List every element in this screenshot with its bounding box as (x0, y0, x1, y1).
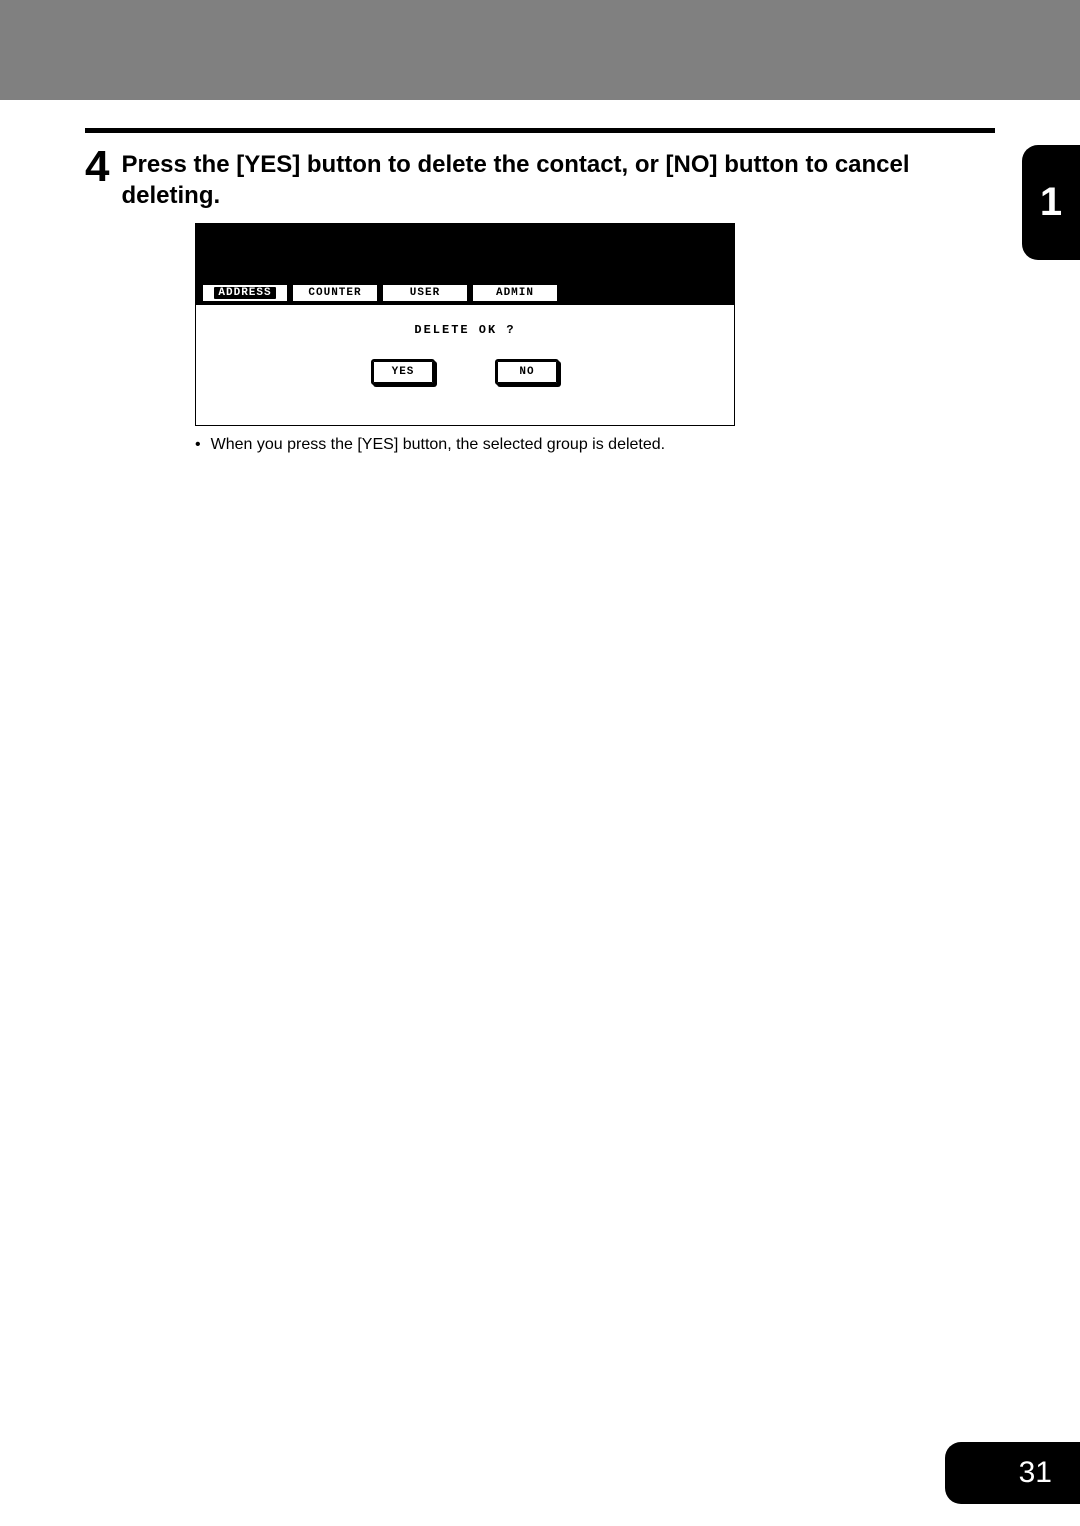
button-row: YES NO (196, 359, 734, 385)
tab-label: ADMIN (496, 287, 534, 299)
tab-label: USER (410, 287, 440, 299)
note-text: When you press the [YES] button, the sel… (211, 434, 666, 456)
no-button[interactable]: NO (495, 359, 559, 385)
content-area: 4 Press the [YES] button to delete the c… (0, 100, 1080, 457)
lcd-screenshot: ADDRESS COUNTER USER ADMIN DELETE OK ? Y… (195, 223, 735, 426)
delete-prompt: DELETE OK ? (196, 323, 734, 337)
tab-label: ADDRESS (214, 287, 275, 299)
step-row: 4 Press the [YES] button to delete the c… (85, 145, 995, 211)
header-bar (0, 0, 1080, 100)
step-number: 4 (85, 145, 109, 189)
note-row: • When you press the [YES] button, the s… (195, 434, 995, 456)
yes-button[interactable]: YES (371, 359, 435, 385)
chapter-number: 1 (1040, 180, 1062, 225)
lcd-body: DELETE OK ? YES NO (196, 305, 734, 425)
tab-user[interactable]: USER (382, 284, 468, 302)
lcd-top-bar (196, 224, 734, 284)
tab-counter[interactable]: COUNTER (292, 284, 378, 302)
step-instruction: Press the [YES] button to delete the con… (121, 145, 995, 211)
tab-admin[interactable]: ADMIN (472, 284, 558, 302)
page-number: 31 (1019, 1456, 1052, 1490)
section-rule (85, 128, 995, 133)
bullet-icon: • (195, 434, 201, 456)
page-number-tab: 31 (945, 1442, 1080, 1504)
lcd-tab-strip: ADDRESS COUNTER USER ADMIN (196, 284, 734, 305)
chapter-tab: 1 (1022, 145, 1080, 260)
tab-label: COUNTER (308, 287, 361, 299)
tab-address[interactable]: ADDRESS (202, 284, 288, 302)
